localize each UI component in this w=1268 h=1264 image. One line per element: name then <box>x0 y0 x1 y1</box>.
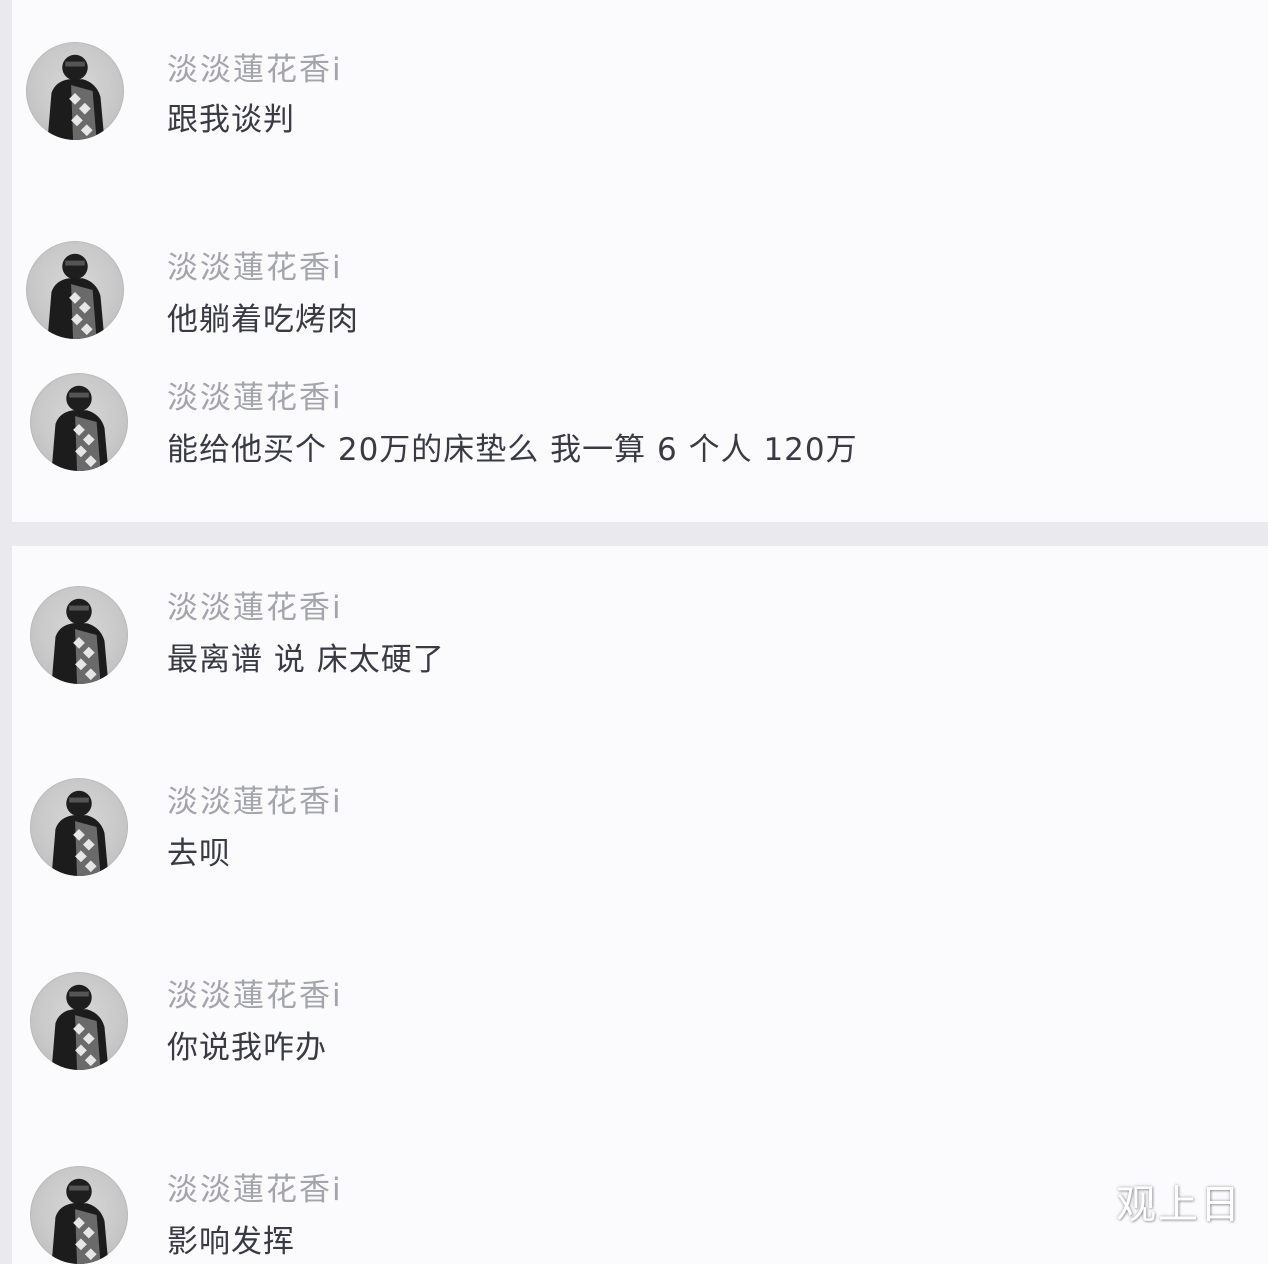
user-avatar[interactable] <box>26 241 124 339</box>
comment-username[interactable]: 淡淡蓮花香ⅰ <box>167 44 343 89</box>
user-avatar[interactable] <box>26 42 124 140</box>
comment-text: 你说我咋办 <box>167 1030 327 1066</box>
person-silhouette-icon <box>51 790 109 876</box>
comment-text: 跟我谈判 <box>167 102 295 138</box>
comment-username[interactable]: 淡淡蓮花香ⅰ <box>167 1164 343 1209</box>
user-avatar[interactable] <box>30 1166 128 1264</box>
comment-item[interactable]: 淡淡蓮花香ⅰ 影响发挥 <box>12 1162 1268 1264</box>
comment-item[interactable]: 淡淡蓮花香ⅰ 跟我谈判 <box>12 36 1268 156</box>
comment-panel-bottom: 淡淡蓮花香ⅰ 最离谱 说 床太硬了 淡淡蓮花香ⅰ 去呗 淡淡蓮花香ⅰ 你说我咋办… <box>12 546 1268 1264</box>
comment-item[interactable]: 淡淡蓮花香ⅰ 最离谱 说 床太硬了 <box>12 580 1268 700</box>
comment-username[interactable]: 淡淡蓮花香ⅰ <box>167 242 343 287</box>
comment-item[interactable]: 淡淡蓮花香ⅰ 去呗 <box>12 774 1268 894</box>
comment-item[interactable]: 淡淡蓮花香ⅰ 他躺着吃烤肉 <box>12 236 1268 356</box>
person-silhouette-icon <box>51 385 109 471</box>
comment-username[interactable]: 淡淡蓮花香ⅰ <box>167 776 343 821</box>
comment-panel-top: 淡淡蓮花香ⅰ 跟我谈判 淡淡蓮花香ⅰ 他躺着吃烤肉 淡淡蓮花香ⅰ 能给他买个 2… <box>12 0 1268 522</box>
person-silhouette-icon <box>51 598 109 684</box>
comment-item[interactable]: 淡淡蓮花香ⅰ 你说我咋办 <box>12 968 1268 1088</box>
person-silhouette-icon <box>51 1178 109 1264</box>
user-avatar[interactable] <box>30 373 128 471</box>
comment-text: 去呗 <box>167 836 231 872</box>
comment-username[interactable]: 淡淡蓮花香ⅰ <box>167 372 343 417</box>
user-avatar[interactable] <box>30 586 128 684</box>
comment-text: 影响发挥 <box>167 1224 295 1260</box>
user-avatar[interactable] <box>30 778 128 876</box>
comment-text: 最离谱 说 床太硬了 <box>167 642 445 678</box>
comment-username[interactable]: 淡淡蓮花香ⅰ <box>167 582 343 627</box>
person-silhouette-icon <box>51 984 109 1070</box>
watermark-text: 观上日 <box>1116 1182 1242 1228</box>
comment-username[interactable]: 淡淡蓮花香ⅰ <box>167 970 343 1015</box>
comment-text: 能给他买个 20万的床垫么 我一算 6 个人 120万 <box>167 432 858 468</box>
comment-item[interactable]: 淡淡蓮花香ⅰ 能给他买个 20万的床垫么 我一算 6 个人 120万 <box>12 368 1268 488</box>
user-avatar[interactable] <box>30 972 128 1070</box>
person-silhouette-icon <box>47 253 105 339</box>
comment-text: 他躺着吃烤肉 <box>167 302 359 338</box>
person-silhouette-icon <box>47 54 105 140</box>
